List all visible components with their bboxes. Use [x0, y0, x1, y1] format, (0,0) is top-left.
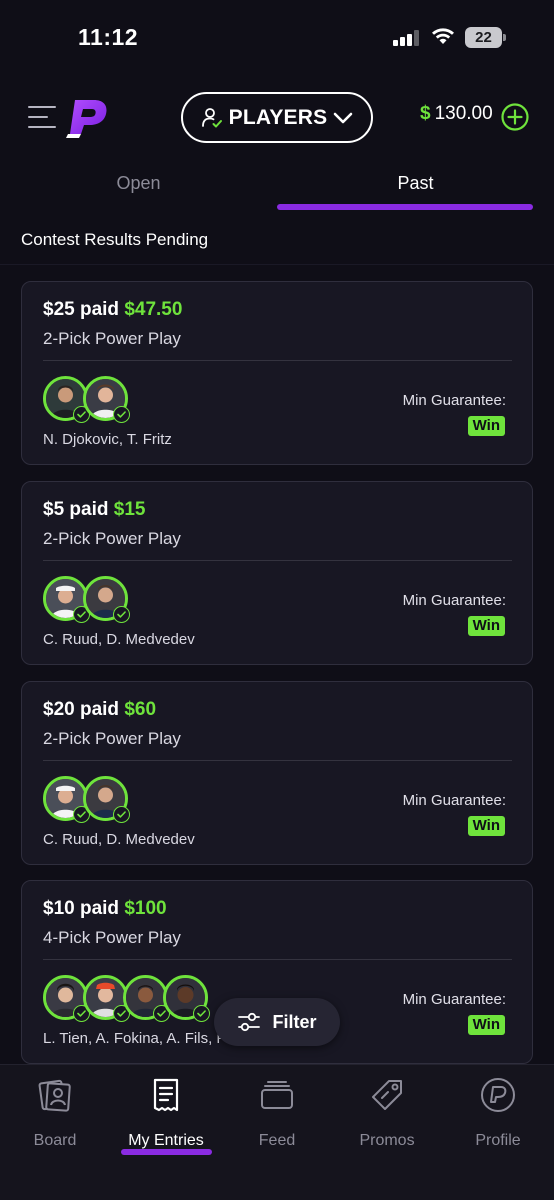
- min-guarantee-label: Min Guarantee:: [402, 792, 506, 809]
- player-avatar: [43, 975, 90, 1022]
- entry-players: C. Ruud, D. Medvedev: [43, 631, 195, 648]
- menu-icon[interactable]: [28, 104, 56, 130]
- players-label: PLAYERS: [228, 105, 328, 129]
- filter-button[interactable]: Filter: [214, 998, 340, 1046]
- add-funds-icon[interactable]: [501, 103, 529, 131]
- entry-players: N. Djokovic, T. Fritz: [43, 431, 172, 448]
- battery-level: 22: [465, 27, 502, 48]
- player-avatar: [43, 376, 90, 423]
- entry-type: 2-Pick Power Play: [43, 529, 181, 548]
- entry-payout: $15: [113, 499, 146, 520]
- nav-item-feed[interactable]: Feed: [222, 1077, 332, 1157]
- balance-currency: $: [420, 103, 431, 124]
- player-avatar: [83, 776, 130, 823]
- battery-icon: 22: [465, 27, 506, 48]
- nav-item-profile[interactable]: Profile: [443, 1077, 553, 1157]
- nav-item-my-entries[interactable]: My Entries: [111, 1077, 221, 1157]
- entry-payout: $100: [124, 898, 167, 919]
- result-badge: Win: [467, 816, 505, 836]
- player-avatar: [123, 975, 170, 1022]
- min-guarantee-label: Min Guarantee:: [402, 991, 506, 1008]
- result-badge: Win: [467, 416, 505, 436]
- entry-type: 4-Pick Power Play: [43, 928, 181, 947]
- entry-type: 2-Pick Power Play: [43, 729, 181, 748]
- card-divider: [43, 959, 512, 960]
- nav-label-profile: Profile: [475, 1132, 521, 1149]
- entry-amounts: $5 paid $15: [43, 499, 145, 521]
- app-header: PLAYERS $ 130.00: [0, 76, 554, 162]
- entry-amounts: $25 paid $47.50: [43, 299, 182, 321]
- status-bar: 11:12 22: [0, 0, 554, 76]
- prizepicks-logo-icon[interactable]: [66, 94, 110, 138]
- entry-players: L. Tien, A. Fokina, A. Fils, F: [43, 1030, 226, 1047]
- nav-item-promos[interactable]: Promos: [332, 1077, 442, 1157]
- entry-amounts: $20 paid $60: [43, 699, 156, 721]
- player-avatar: [83, 975, 130, 1022]
- receipt-icon: [153, 1078, 179, 1112]
- chevron-down-icon: [334, 112, 353, 123]
- profile-logo-icon: [481, 1078, 515, 1112]
- card-divider: [43, 360, 512, 361]
- filter-label: Filter: [272, 1011, 317, 1032]
- nav-label-feed: Feed: [258, 1132, 296, 1149]
- entry-amounts: $10 paid $100: [43, 898, 167, 920]
- entry-paid: $10 paid: [43, 898, 120, 919]
- min-guarantee-label: Min Guarantee:: [402, 392, 506, 409]
- status-time: 11:12: [78, 24, 139, 50]
- active-tab-indicator: [277, 204, 533, 210]
- nav-label-board: Board: [33, 1132, 77, 1149]
- nav-item-board[interactable]: Board: [0, 1077, 110, 1157]
- player-avatar: [43, 776, 90, 823]
- result-badge: Win: [467, 616, 505, 636]
- card-divider: [43, 760, 512, 761]
- min-guarantee-label: Min Guarantee:: [402, 592, 506, 609]
- player-avatar: [83, 576, 130, 623]
- entry-paid: $25 paid: [43, 299, 120, 320]
- sliders-icon: [238, 1012, 261, 1032]
- entry-paid: $20 paid: [43, 699, 120, 720]
- entry-paid: $5 paid: [43, 499, 109, 520]
- nav-label-promos: Promos: [359, 1132, 415, 1149]
- entry-players: C. Ruud, D. Medvedev: [43, 831, 195, 848]
- feed-icon: [261, 1081, 293, 1109]
- player-avatar: [163, 975, 210, 1022]
- entry-card[interactable]: $20 paid $60 2-Pick Power Play C. Ruud, …: [21, 681, 533, 865]
- balance[interactable]: $ 130.00: [420, 103, 493, 125]
- bottom-nav: Board My Entries Feed Promos Profile: [0, 1064, 554, 1200]
- players-dropdown-button[interactable]: PLAYERS: [181, 92, 373, 143]
- section-divider: [0, 264, 554, 265]
- player-avatar: [43, 576, 90, 623]
- wifi-icon: [432, 28, 454, 44]
- tag-icon: [372, 1080, 402, 1110]
- entry-card[interactable]: $5 paid $15 2-Pick Power Play C. Ruud, D…: [21, 481, 533, 665]
- cellular-signal-icon: [393, 30, 419, 46]
- section-title: Contest Results Pending: [21, 230, 209, 249]
- entry-payout: $60: [124, 699, 157, 720]
- balance-amount: 130.00: [434, 103, 493, 124]
- entry-type: 2-Pick Power Play: [43, 329, 181, 348]
- player-avatar: [83, 376, 130, 423]
- board-icon: [38, 1079, 71, 1112]
- nav-label-my-entries: My Entries: [128, 1132, 204, 1149]
- entry-payout: $47.50: [124, 299, 183, 320]
- entries-tabs: Open Past: [0, 162, 554, 212]
- active-nav-indicator: [121, 1149, 212, 1155]
- entry-card[interactable]: $25 paid $47.50 2-Pick Power Play N. Djo…: [21, 281, 533, 465]
- user-check-icon: [201, 107, 222, 127]
- result-badge: Win: [467, 1015, 505, 1035]
- tab-open[interactable]: Open: [0, 162, 277, 212]
- card-divider: [43, 560, 512, 561]
